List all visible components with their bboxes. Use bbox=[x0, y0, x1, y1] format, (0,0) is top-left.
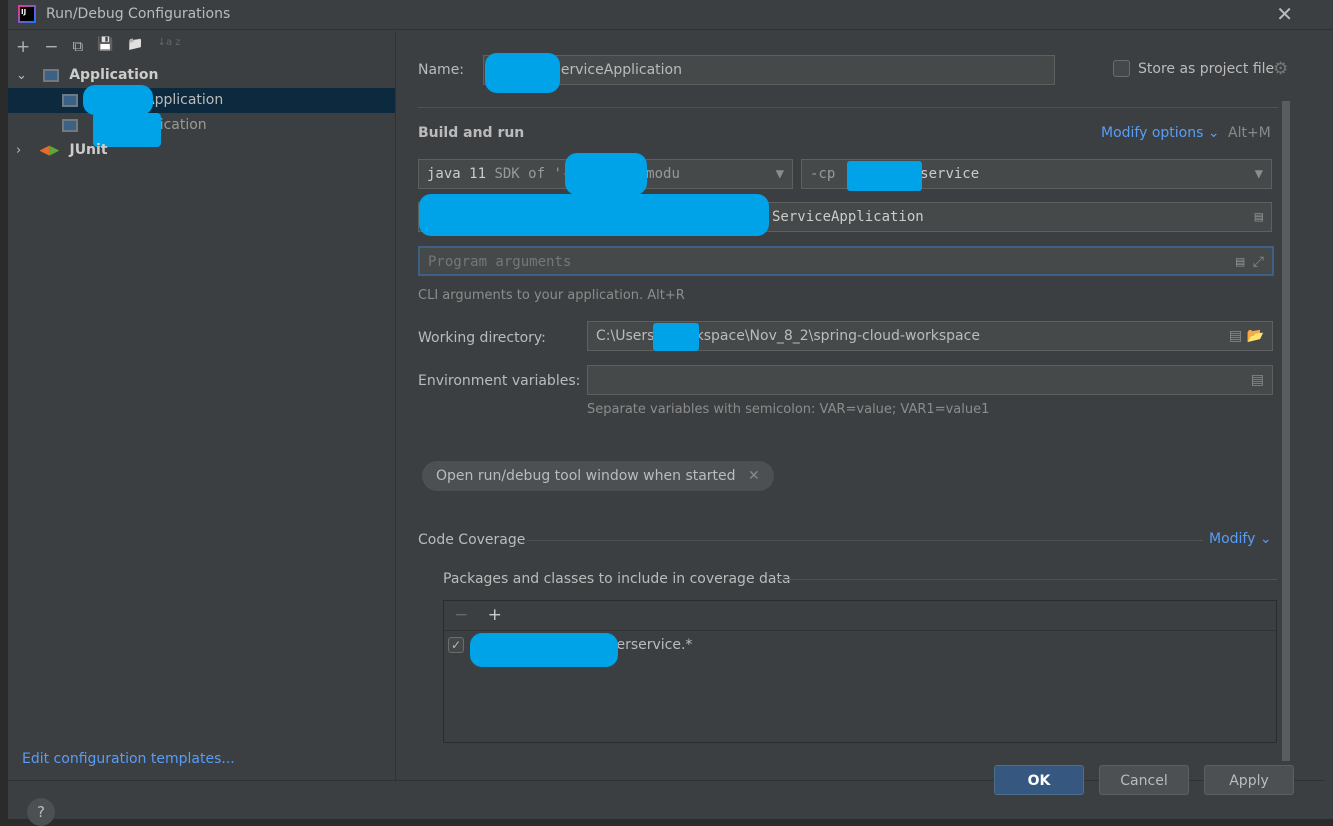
dialog-title: Run/Debug Configurations bbox=[46, 6, 231, 22]
save-icon[interactable]: 💾 bbox=[97, 37, 113, 57]
sort-icon[interactable]: ↓a z bbox=[158, 37, 181, 57]
redaction-mark bbox=[470, 633, 618, 667]
apply-button[interactable]: Apply bbox=[1204, 765, 1294, 795]
close-icon[interactable]: ✕ bbox=[1276, 2, 1293, 26]
env-input[interactable]: ▤ bbox=[587, 365, 1273, 395]
application-icon bbox=[43, 69, 60, 82]
copy-icon[interactable]: ⧉ bbox=[73, 37, 84, 57]
divider bbox=[777, 579, 1277, 580]
browse-icon[interactable]: ▤ bbox=[1251, 366, 1264, 394]
coverage-modify-link[interactable]: Modify ⌄ bbox=[1209, 531, 1272, 547]
add-icon[interactable]: + bbox=[16, 37, 30, 57]
tree-item[interactable]: erviceApplication bbox=[8, 85, 395, 115]
scrollbar[interactable] bbox=[1282, 101, 1290, 761]
gear-icon[interactable]: ⚙ bbox=[1273, 59, 1288, 79]
ok-button[interactable]: OK bbox=[994, 765, 1084, 795]
tree-group-application[interactable]: ⌄ Application bbox=[8, 63, 395, 88]
group-label: Application bbox=[69, 67, 159, 83]
package-checkbox[interactable]: ✓ bbox=[448, 637, 464, 653]
tree-group-junit[interactable]: › ◀▶ JUnit bbox=[8, 138, 395, 163]
store-label[interactable]: Store as project file bbox=[1138, 61, 1274, 77]
folder-icon[interactable]: ▤ 📂 bbox=[1229, 322, 1264, 350]
dropdown-arrow-icon: ▼ bbox=[1254, 166, 1263, 182]
config-tree: ⌄ Application erviceApplication ceApplic… bbox=[8, 63, 395, 163]
config-form: Name: ServiceApplication Store as projec… bbox=[397, 31, 1333, 780]
redaction-mark bbox=[653, 323, 699, 351]
redaction-mark bbox=[485, 53, 560, 93]
packages-toolbar: − + bbox=[444, 601, 1276, 631]
cancel-button[interactable]: Cancel bbox=[1099, 765, 1189, 795]
new-folder-icon[interactable]: 📁 bbox=[127, 37, 143, 57]
program-arguments-input[interactable]: Program arguments ▤ ⤢ bbox=[418, 246, 1274, 276]
application-icon bbox=[62, 94, 78, 107]
package-row[interactable]: ✓ erservice.* bbox=[444, 631, 1276, 667]
remove-icon[interactable]: − bbox=[454, 605, 468, 625]
divider bbox=[527, 540, 1203, 541]
divider bbox=[418, 107, 1278, 108]
env-hint: Separate variables with semicolon: VAR=v… bbox=[587, 402, 990, 417]
redaction-mark bbox=[565, 153, 647, 195]
redaction-mark bbox=[83, 85, 153, 115]
browse-icon[interactable]: ▤ bbox=[1255, 203, 1263, 231]
junit-icon: ◀▶ bbox=[39, 143, 60, 158]
modify-shortcut: Alt+M bbox=[1228, 125, 1271, 141]
tree-item[interactable]: ceApplication bbox=[8, 113, 395, 147]
chevron-right-icon[interactable]: › bbox=[16, 143, 21, 158]
redaction-mark bbox=[847, 161, 922, 191]
group-label: JUnit bbox=[69, 142, 108, 158]
cli-hint: CLI arguments to your application. Alt+R bbox=[418, 288, 685, 303]
remove-icon[interactable]: − bbox=[44, 37, 58, 57]
packages-list: − + ✓ erservice.* bbox=[443, 600, 1277, 743]
config-tree-panel: + − ⧉ 💾 📁 ↓a z ⌄ Application erviceAppli… bbox=[8, 31, 396, 780]
tree-toolbar: + − ⧉ 💾 📁 ↓a z bbox=[16, 37, 181, 57]
application-icon bbox=[62, 119, 78, 132]
title-bar: IJ Run/Debug Configurations ✕ bbox=[8, 0, 1333, 30]
workdir-label: Working directory: bbox=[418, 330, 546, 346]
env-label: Environment variables: bbox=[418, 373, 581, 389]
help-button[interactable]: ? bbox=[27, 798, 55, 826]
intellij-logo-icon: IJ bbox=[18, 5, 36, 23]
section-title: Build and run bbox=[418, 125, 525, 141]
expand-icon[interactable]: ▤ ⤢ bbox=[1236, 248, 1264, 274]
store-checkbox[interactable] bbox=[1113, 60, 1130, 77]
run-debug-dialog: IJ Run/Debug Configurations ✕ + − ⧉ 💾 📁 … bbox=[8, 0, 1333, 826]
redaction-mark bbox=[419, 194, 769, 236]
dropdown-arrow-icon: ▼ bbox=[775, 166, 784, 182]
name-label: Name: bbox=[418, 62, 465, 78]
packages-label: Packages and classes to include in cover… bbox=[443, 571, 791, 587]
tool-window-option-chip[interactable]: Open run/debug tool window when started … bbox=[422, 461, 774, 491]
chevron-down-icon[interactable]: ⌄ bbox=[16, 68, 27, 83]
name-input[interactable]: ServiceApplication bbox=[483, 55, 1055, 85]
add-icon[interactable]: + bbox=[488, 605, 502, 625]
coverage-label: Code Coverage bbox=[418, 532, 526, 548]
modify-options-link[interactable]: Modify options ⌄ bbox=[1101, 125, 1220, 141]
remove-chip-icon[interactable]: ✕ bbox=[748, 468, 760, 484]
edit-templates-link[interactable]: Edit configuration templates... bbox=[22, 751, 235, 767]
